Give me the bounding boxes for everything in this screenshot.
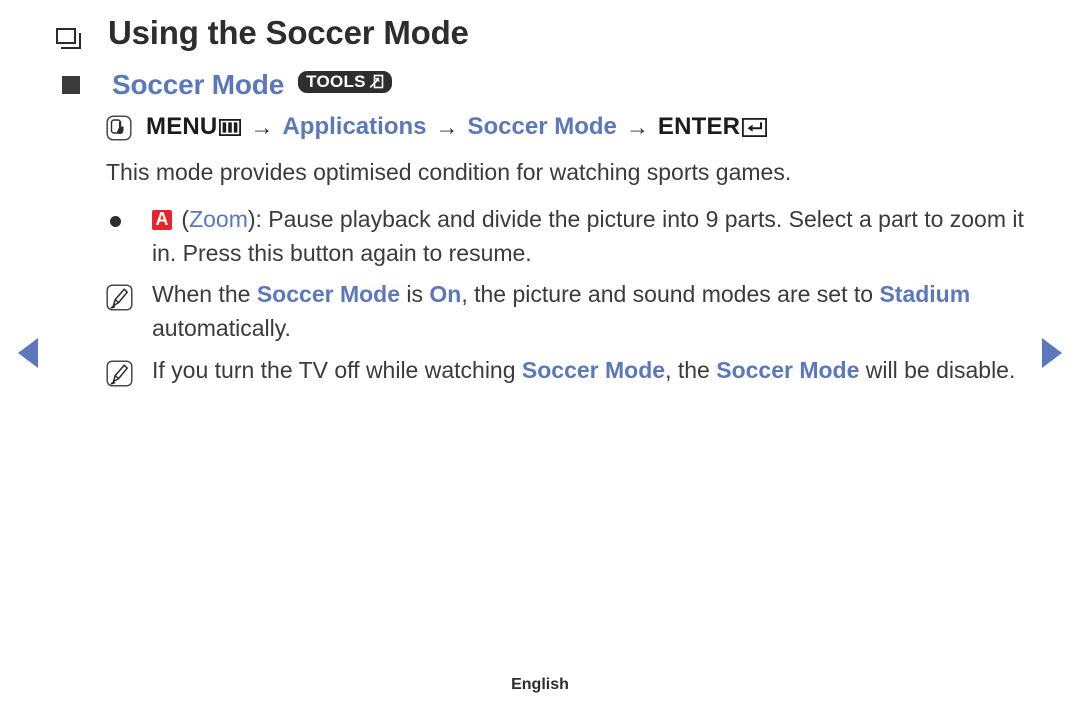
next-page-arrow-icon[interactable] xyxy=(1042,338,1062,368)
filled-square-bullet-icon xyxy=(62,76,80,95)
path-separator-3: → xyxy=(625,113,649,140)
item-2-part-2: , the xyxy=(665,356,717,383)
item-0-part-1: Zoom xyxy=(189,205,248,232)
content-column: Using the Soccer Mode Soccer Mode TOOLS xyxy=(56,12,1024,396)
bullet-dot-icon xyxy=(106,203,152,227)
manual-page: Using the Soccer Mode Soccer Mode TOOLS xyxy=(0,0,1080,705)
tools-arrow-icon xyxy=(369,74,384,89)
note-pen-icon xyxy=(106,284,133,311)
item-2-part-1: Soccer Mode xyxy=(521,356,666,383)
item-2-part-3: Soccer Mode xyxy=(716,356,860,383)
footer-language-label: English xyxy=(511,676,569,693)
path-separator-1: → xyxy=(250,113,274,140)
item-2-part-4: will be disable. xyxy=(859,356,1016,383)
list-item-text: When the Soccer Mode is On, the picture … xyxy=(152,278,1024,346)
list-item-text: If you turn the TV off while watching So… xyxy=(152,354,1024,388)
tools-badge-label: TOOLS xyxy=(306,72,366,92)
path-separator-2: → xyxy=(435,113,459,140)
item-0-part-0: ( xyxy=(175,205,190,232)
item-1-part-2: is xyxy=(400,281,430,308)
item-1-part-1: Soccer Mode xyxy=(256,281,400,308)
list-item: When the Soccer Mode is On, the picture … xyxy=(106,278,1024,346)
section-title: Soccer Mode xyxy=(112,69,285,101)
item-2-part-0: If you turn the TV off while watching xyxy=(152,356,522,383)
list-item: A (Zoom): Pause playback and divide the … xyxy=(106,203,1024,271)
item-1-part-3: On xyxy=(429,281,462,308)
item-1-part-5: Stadium xyxy=(879,281,971,308)
path-step-soccer-mode: Soccer Mode xyxy=(467,113,617,141)
body-block: MENU → Applications → Soccer Mode → ENTE… xyxy=(106,113,1024,387)
prev-page-arrow-icon[interactable] xyxy=(18,338,38,368)
keypad-icon xyxy=(219,119,242,137)
item-1-part-0: When the xyxy=(152,281,257,308)
list-item: If you turn the TV off while watching So… xyxy=(106,354,1024,388)
menu-label: MENU xyxy=(146,113,218,141)
page-title: Using the Soccer Mode xyxy=(108,14,469,51)
oo-press-icon xyxy=(106,115,132,141)
enter-label: ENTER xyxy=(657,113,741,141)
red-a-button-icon: A xyxy=(152,209,172,230)
menu-path: MENU → Applications → Soccer Mode → ENTE… xyxy=(106,113,1024,142)
tools-badge[interactable]: TOOLS xyxy=(298,71,392,94)
page-title-row: Using the Soccer Mode xyxy=(56,12,1024,53)
item-0-part-2: ): Pause playback and divide the picture… xyxy=(152,205,1024,266)
intro-paragraph: This mode provides optimised condition f… xyxy=(106,159,792,186)
item-1-part-6: automatically. xyxy=(152,315,291,342)
list-item-text: A (Zoom): Pause playback and divide the … xyxy=(152,203,1024,271)
item-1-part-4: , the picture and sound modes are set to xyxy=(461,281,880,308)
note-pen-icon xyxy=(106,360,133,387)
enter-return-icon xyxy=(742,118,768,138)
path-step-applications: Applications xyxy=(282,113,427,141)
menu-path-text: MENU → Applications → Soccer Mode → ENTE… xyxy=(146,113,768,142)
section-title-row: Soccer Mode TOOLS xyxy=(56,69,1024,101)
square-outline-bullet-icon xyxy=(56,28,81,49)
